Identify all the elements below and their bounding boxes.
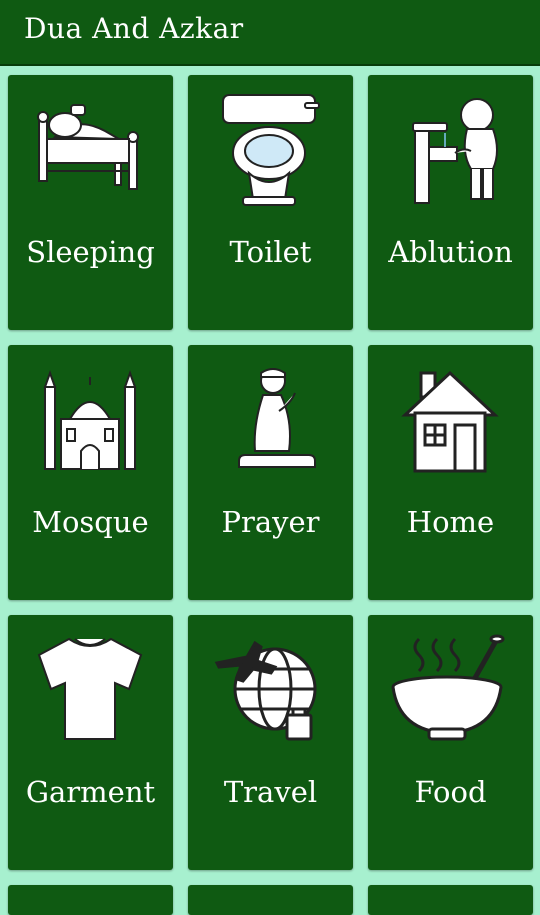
house-icon xyxy=(401,370,499,473)
category-label: Prayer xyxy=(221,505,320,539)
next-row-peek xyxy=(8,885,533,915)
category-tile-travel[interactable]: Travel xyxy=(188,615,353,870)
tshirt-icon xyxy=(37,637,143,740)
category-tile-mosque[interactable]: Mosque xyxy=(8,345,173,600)
category-tile-home[interactable]: Home xyxy=(368,345,533,600)
mosque-icon xyxy=(43,370,137,470)
category-tile-ablution[interactable]: Ablution xyxy=(368,75,533,330)
app-bar: Dua And Azkar xyxy=(0,0,540,66)
category-label: Food xyxy=(414,775,487,809)
category-tile-partial[interactable] xyxy=(8,885,173,915)
category-tile-toilet[interactable]: Toilet xyxy=(188,75,353,330)
category-tile-sleeping[interactable]: Sleeping xyxy=(8,75,173,330)
category-tile-prayer[interactable]: Prayer xyxy=(188,345,353,600)
category-label: Ablution xyxy=(388,235,513,269)
category-label: Mosque xyxy=(32,505,149,539)
toilet-icon xyxy=(222,94,320,206)
bed-icon xyxy=(37,104,139,190)
ablution-icon xyxy=(412,98,498,204)
travel-icon xyxy=(214,640,317,741)
category-label: Sleeping xyxy=(26,235,155,269)
category-label: Garment xyxy=(25,775,156,809)
category-label: Toilet xyxy=(229,235,312,269)
category-tile-partial[interactable] xyxy=(188,885,353,915)
category-label: Home xyxy=(406,505,495,539)
prayer-icon xyxy=(238,368,316,468)
category-tile-partial[interactable] xyxy=(368,885,533,915)
category-label: Travel xyxy=(223,775,318,809)
category-grid: Sleeping Toilet Ablution Mosque Prayer H… xyxy=(8,75,533,870)
category-tile-garment[interactable]: Garment xyxy=(8,615,173,870)
app-title: Dua And Azkar xyxy=(24,12,244,45)
category-tile-food[interactable]: Food xyxy=(368,615,533,870)
food-bowl-icon xyxy=(391,634,505,741)
